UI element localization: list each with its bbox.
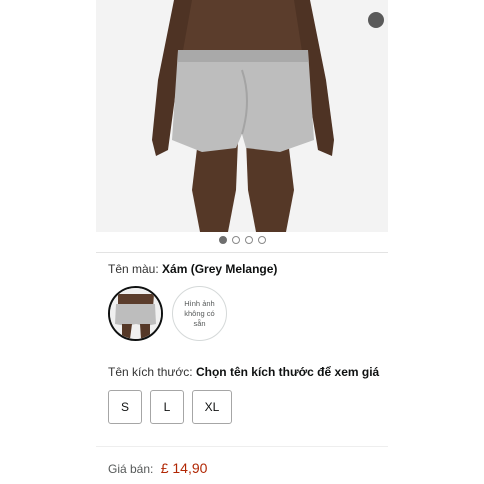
- size-label-row: Tên kích thước: Chọn tên kích thước để x…: [108, 365, 379, 379]
- divider: [96, 252, 388, 253]
- color-label: Tên màu:: [108, 262, 159, 276]
- size-option-s[interactable]: S: [108, 390, 142, 424]
- carousel-dot[interactable]: [218, 236, 227, 244]
- color-value: Xám (Grey Melange): [162, 262, 278, 276]
- swatch-thumbnail: [110, 288, 161, 339]
- dot-icon: [368, 12, 384, 28]
- price-row: Giá bán: £ 14,90: [108, 460, 207, 476]
- size-option-xl[interactable]: XL: [192, 390, 232, 424]
- price-label: Giá bán:: [108, 462, 154, 476]
- carousel-dot[interactable]: [231, 236, 240, 244]
- unavailable-text: Hình ảnh không có sẵn: [184, 298, 215, 328]
- divider: [96, 446, 388, 447]
- color-label-row: Tên màu: Xám (Grey Melange): [108, 262, 277, 276]
- product-photo: [96, 0, 388, 232]
- price-value: £ 14,90: [160, 460, 208, 476]
- color-swatch-grey[interactable]: [108, 286, 163, 341]
- carousel-dot[interactable]: [257, 236, 266, 244]
- size-label: Tên kích thước:: [108, 365, 193, 379]
- carousel-dots: [0, 236, 484, 246]
- product-image[interactable]: [96, 0, 388, 232]
- size-value: Chọn tên kích thước để xem giá: [195, 365, 380, 379]
- size-option-l[interactable]: L: [150, 390, 184, 424]
- color-swatch-unavailable[interactable]: Hình ảnh không có sẵn: [172, 286, 227, 341]
- carousel-dot[interactable]: [244, 236, 253, 244]
